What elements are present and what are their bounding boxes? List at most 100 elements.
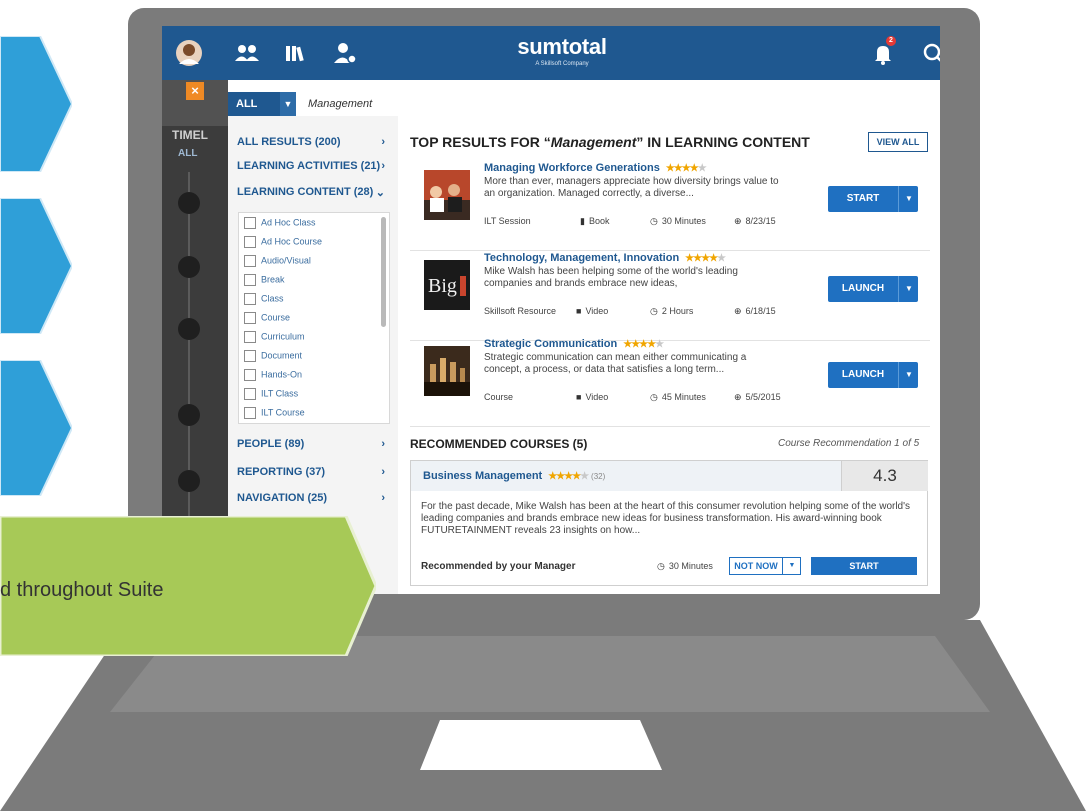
settings-user-icon[interactable]	[330, 38, 360, 68]
result-description: Mike Walsh has been helping some of the …	[484, 266, 738, 289]
button-label: START	[846, 193, 880, 204]
result-thumbnail	[424, 346, 470, 396]
start-button[interactable]: START ▼	[828, 186, 918, 212]
search-scope-dropdown[interactable]: ALL ▼	[228, 92, 296, 116]
launch-button[interactable]: LAUNCH ▼	[828, 276, 918, 302]
rating-stars: ★★★★★	[685, 253, 726, 264]
video-icon: ■	[576, 306, 582, 316]
list-item[interactable]: ILT Class	[244, 388, 298, 407]
checkbox[interactable]	[244, 369, 256, 381]
result-card: Managing Workforce Generations ★★★★★ More…	[410, 162, 930, 251]
scrollbar[interactable]	[381, 217, 386, 327]
title-query: Management	[550, 134, 637, 150]
filter-reporting[interactable]: REPORTING (37) ›	[237, 466, 391, 478]
date-label: 8/23/15	[745, 216, 776, 226]
search-icon[interactable]	[918, 38, 940, 68]
checkbox[interactable]	[244, 407, 256, 419]
result-description: More than ever, managers appreciate how …	[484, 176, 779, 199]
video-icon: ■	[576, 392, 582, 402]
checkbox[interactable]	[244, 274, 256, 286]
result-duration: ◷ 30 Minutes	[650, 216, 706, 227]
chevron-down-icon: ⌄	[375, 187, 385, 199]
checkbox-label: ILT Course	[261, 407, 305, 418]
brand-tagline: A Skillsoft Company	[535, 61, 589, 67]
start-button[interactable]: START	[811, 557, 917, 575]
svg-text:Big: Big	[428, 275, 457, 297]
chevron-down-icon[interactable]: ▼	[898, 276, 919, 302]
results-title: TOP RESULTS FOR “Management” IN LEARNING…	[410, 134, 810, 150]
clock-icon: ◷	[650, 216, 658, 226]
chevron-down-icon[interactable]: ▼	[898, 186, 919, 212]
checkbox[interactable]	[244, 388, 256, 400]
launch-button[interactable]: LAUNCH ▼	[828, 362, 918, 388]
filter-all-results[interactable]: ALL RESULTS (200) ›	[237, 136, 391, 148]
filter-navigation[interactable]: NAVIGATION (25) ›	[237, 492, 391, 504]
result-title[interactable]: Strategic Communication ★★★★★	[484, 338, 664, 350]
list-item[interactable]: Document	[244, 350, 302, 369]
recommendation-course-title[interactable]: Business Management ★★★★★ (32)	[423, 470, 605, 482]
list-item[interactable]: ILT Course	[244, 407, 305, 423]
list-item[interactable]: Break	[244, 274, 285, 293]
result-title-text: Technology, Management, Innovation	[484, 252, 680, 264]
duration-label: 2 Hours	[661, 306, 694, 316]
timeline-all-tab[interactable]: ALL	[178, 148, 197, 159]
checkbox[interactable]	[244, 217, 256, 229]
list-item[interactable]: Course	[244, 312, 290, 331]
results-main: TOP RESULTS FOR “Management” IN LEARNING…	[398, 116, 940, 594]
document-icon[interactable]	[178, 192, 200, 214]
checkbox[interactable]	[244, 312, 256, 324]
monitor-icon[interactable]	[178, 470, 200, 492]
list-item[interactable]: Ad Hoc Class	[244, 217, 316, 236]
checkbox[interactable]	[244, 350, 256, 362]
chevron-down-icon[interactable]: ▼	[898, 362, 919, 388]
filter-label: NAVIGATION (25)	[237, 492, 328, 504]
filter-people[interactable]: PEOPLE (89) ›	[237, 438, 391, 450]
result-title[interactable]: Technology, Management, Innovation ★★★★★	[484, 252, 726, 264]
checkbox-label: Audio/Visual	[261, 255, 311, 266]
checkbox[interactable]	[244, 236, 256, 248]
result-description: Strategic communication can mean either …	[484, 352, 747, 375]
result-title[interactable]: Managing Workforce Generations ★★★★★	[484, 162, 707, 174]
rating-score: 4.3	[841, 461, 928, 491]
chevron-right-icon: ›	[381, 160, 385, 172]
search-input[interactable]	[308, 94, 908, 114]
checkbox-label: Document	[261, 350, 303, 361]
checkbox[interactable]	[244, 331, 256, 343]
checkbox[interactable]	[244, 293, 256, 305]
rating-stars: ★★★★★	[548, 471, 589, 482]
chat-icon[interactable]	[178, 256, 200, 278]
info-icon[interactable]	[178, 318, 200, 340]
plus-circle-icon: ⊕	[734, 216, 742, 226]
trophy-icon[interactable]	[178, 404, 200, 426]
result-date: ⊕ 6/18/15	[734, 306, 776, 317]
result-thumbnail	[424, 170, 470, 220]
filter-label: LEARNING CONTENT (28)	[237, 186, 374, 198]
close-icon[interactable]: ×	[186, 82, 204, 100]
chevron-down-icon[interactable]: ▼	[782, 558, 801, 574]
course-name: Business Management	[423, 470, 543, 482]
duration-label: 45 Minutes	[661, 392, 706, 402]
user-avatar[interactable]	[174, 38, 204, 68]
checkbox[interactable]	[244, 255, 256, 267]
result-card: Strategic Communication ★★★★★ Strategic c…	[410, 338, 930, 427]
result-format: ■ Video	[576, 392, 608, 402]
not-now-button[interactable]: NOT NOW ▼	[729, 557, 801, 575]
filter-learning-content[interactable]: LEARNING CONTENT (28) ⌄	[237, 186, 391, 199]
people-icon[interactable]	[232, 38, 262, 68]
view-all-button[interactable]: VIEW ALL	[868, 132, 928, 152]
chevron-down-icon[interactable]: ▼	[280, 92, 296, 116]
recommended-by: Recommended by your Manager	[421, 561, 576, 572]
list-item[interactable]: Curriculum	[244, 331, 305, 350]
list-item[interactable]: Audio/Visual	[244, 255, 311, 274]
recommendation-description: For the past decade, Mike Walsh has been…	[421, 501, 911, 536]
list-item[interactable]: Ad Hoc Course	[244, 236, 322, 255]
filter-learning-activities[interactable]: LEARNING ACTIVITIES (21) ›	[237, 160, 391, 172]
recommendation-counter: Course Recommendation 1 of 5	[778, 438, 920, 449]
list-item[interactable]: Hands-On	[244, 369, 302, 388]
list-item[interactable]: Class	[244, 293, 284, 312]
library-icon[interactable]	[280, 38, 310, 68]
date-label: 5/5/2015	[745, 392, 781, 402]
brand-logo: sumtotal	[517, 34, 607, 59]
chevron-right-icon: ›	[381, 466, 385, 478]
result-format: ▮ Book	[580, 216, 609, 227]
